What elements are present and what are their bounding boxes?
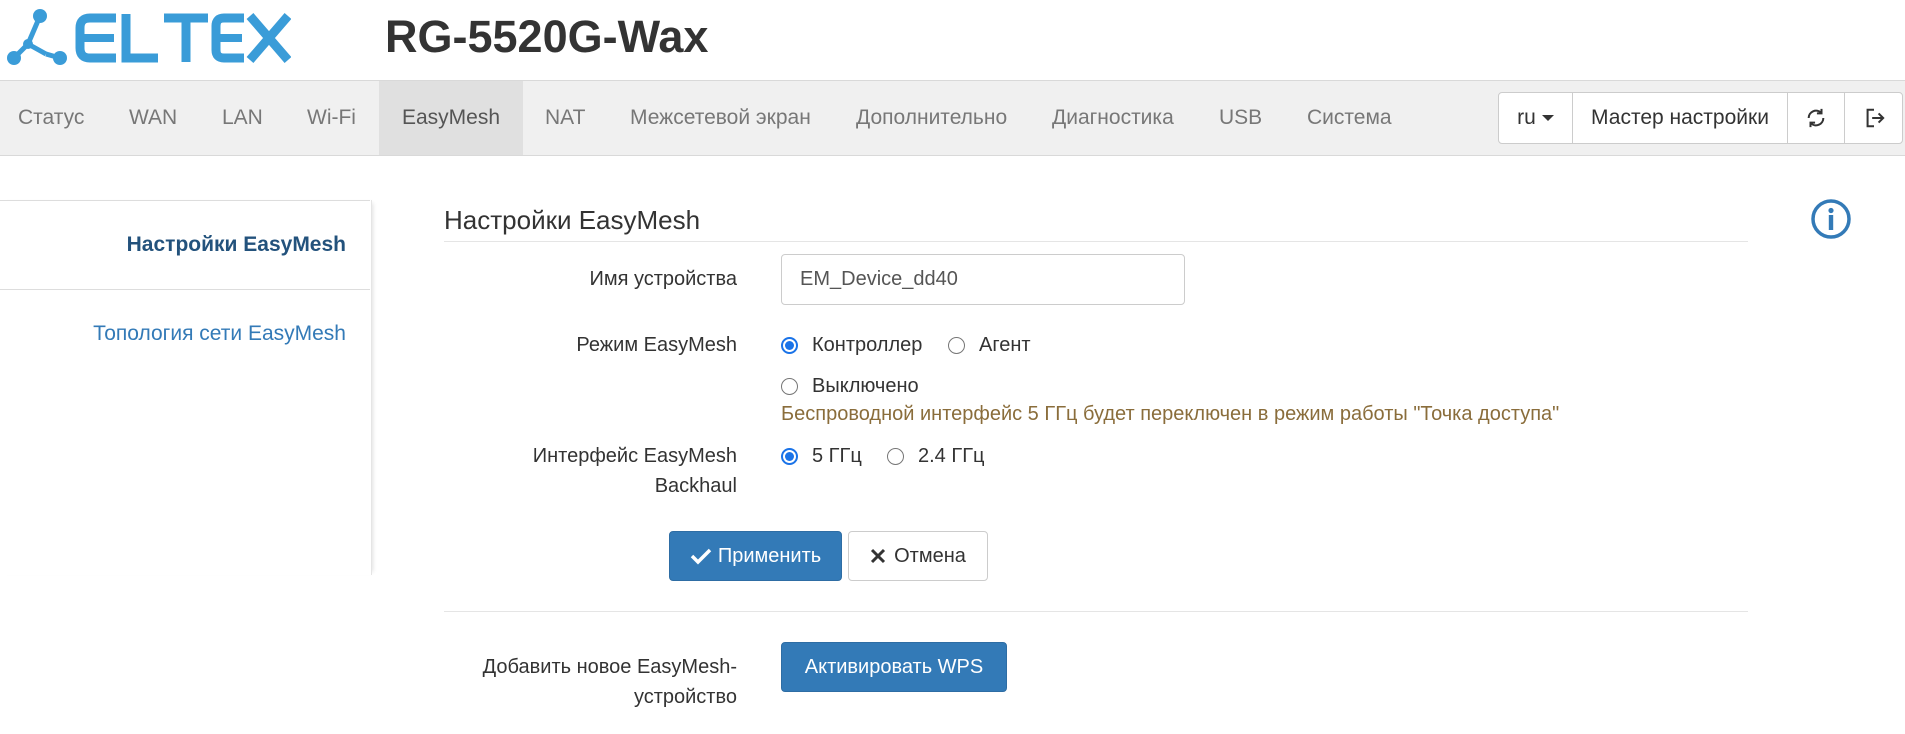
page-title: Настройки EasyMesh bbox=[444, 205, 701, 235]
nav-status[interactable]: Статус bbox=[18, 81, 84, 155]
nav-easymesh[interactable]: EasyMesh bbox=[379, 81, 523, 155]
nav-wan[interactable]: WAN bbox=[129, 81, 177, 155]
add-device-label-line1: Добавить новое EasyMesh- bbox=[482, 656, 737, 678]
backhaul-label-line1: Интерфейс EasyMesh bbox=[532, 445, 737, 467]
language-dropdown[interactable]: ru bbox=[1499, 93, 1573, 143]
nav-system[interactable]: Система bbox=[1307, 81, 1392, 155]
header: RG-5520G-Wax bbox=[0, 0, 1905, 80]
device-model: RG-5520G-Wax bbox=[385, 11, 709, 62]
setup-wizard-button[interactable]: Мастер настройки bbox=[1573, 93, 1788, 143]
section-divider bbox=[444, 611, 1748, 612]
backhaul-radio-24ghz[interactable]: 2.4 ГГц bbox=[887, 441, 984, 471]
mode-option-label: Агент bbox=[979, 333, 1031, 356]
info-button[interactable] bbox=[1810, 198, 1852, 246]
nav-wifi[interactable]: Wi-Fi bbox=[307, 81, 356, 155]
nav-advanced[interactable]: Дополнительно bbox=[856, 81, 1007, 155]
apply-button[interactable]: Применить bbox=[669, 531, 842, 581]
logout-icon bbox=[1866, 108, 1885, 128]
refresh-button[interactable] bbox=[1788, 93, 1845, 143]
nav-diagnostics[interactable]: Диагностика bbox=[1052, 81, 1174, 155]
easymesh-mode-label: Режим EasyMesh bbox=[576, 334, 737, 356]
sidebar-divider bbox=[0, 200, 370, 201]
add-device-label-line2: устройство bbox=[633, 686, 737, 708]
mode-option-label: Контроллер bbox=[812, 333, 923, 356]
radio-unchecked-icon bbox=[887, 447, 904, 465]
sidebar-item-easymesh-topology[interactable]: Топология сети EasyMesh bbox=[93, 322, 346, 346]
radio-checked-icon bbox=[781, 447, 798, 465]
title-divider bbox=[444, 241, 1748, 242]
nav-nat[interactable]: NAT bbox=[545, 81, 585, 155]
mode-radio-agent[interactable]: Агент bbox=[948, 330, 1031, 360]
mode-warning-text: Беспроводной интерфейс 5 ГГц будет перек… bbox=[781, 403, 1560, 425]
caret-down-icon bbox=[1541, 115, 1554, 121]
close-icon bbox=[871, 548, 886, 564]
radio-checked-icon bbox=[781, 336, 798, 354]
backhaul-option-label: 2.4 ГГц bbox=[918, 444, 985, 467]
backhaul-label: Интерфейс EasyMesh Backhaul bbox=[533, 441, 737, 501]
mode-radio-controller[interactable]: Контроллер bbox=[781, 330, 922, 360]
nav-usb[interactable]: USB bbox=[1219, 81, 1262, 155]
add-device-label: Добавить новое EasyMesh- устройство bbox=[483, 652, 737, 712]
main-navbar: Статус WAN LAN Wi-Fi EasyMesh NAT Межсет… bbox=[0, 80, 1905, 156]
check-icon bbox=[690, 548, 712, 565]
activate-wps-button[interactable]: Активировать WPS bbox=[781, 642, 1007, 692]
logout-button[interactable] bbox=[1845, 93, 1902, 143]
device-name-label: Имя устройства bbox=[589, 268, 737, 290]
nav-lan[interactable]: LAN bbox=[222, 81, 263, 155]
toolbar-right: ru Мастер настройки bbox=[1498, 92, 1903, 144]
device-name-input[interactable] bbox=[781, 254, 1185, 305]
apply-label: Применить bbox=[717, 544, 822, 567]
backhaul-radio-5ghz[interactable]: 5 ГГц bbox=[781, 441, 862, 471]
backhaul-label-line2: Backhaul bbox=[654, 475, 737, 497]
sidebar: Настройки EasyMesh Топология сети EasyMe… bbox=[0, 200, 372, 575]
cancel-button[interactable]: Отмена bbox=[848, 531, 988, 581]
nav-firewall[interactable]: Межсетевой экран bbox=[630, 81, 811, 155]
backhaul-option-label: 5 ГГц bbox=[812, 444, 862, 467]
radio-unchecked-icon bbox=[781, 377, 798, 395]
sidebar-divider bbox=[0, 289, 370, 290]
refresh-icon bbox=[1807, 108, 1825, 128]
info-icon bbox=[1811, 199, 1851, 239]
language-label: ru bbox=[1517, 106, 1536, 129]
mode-option-label: Выключено bbox=[812, 374, 919, 397]
mode-radio-disabled[interactable]: Выключено bbox=[781, 371, 919, 401]
sidebar-item-easymesh-settings[interactable]: Настройки EasyMesh bbox=[127, 233, 346, 257]
radio-unchecked-icon bbox=[948, 336, 965, 354]
eltex-logo[interactable] bbox=[6, 8, 292, 74]
cancel-label: Отмена bbox=[894, 544, 966, 567]
